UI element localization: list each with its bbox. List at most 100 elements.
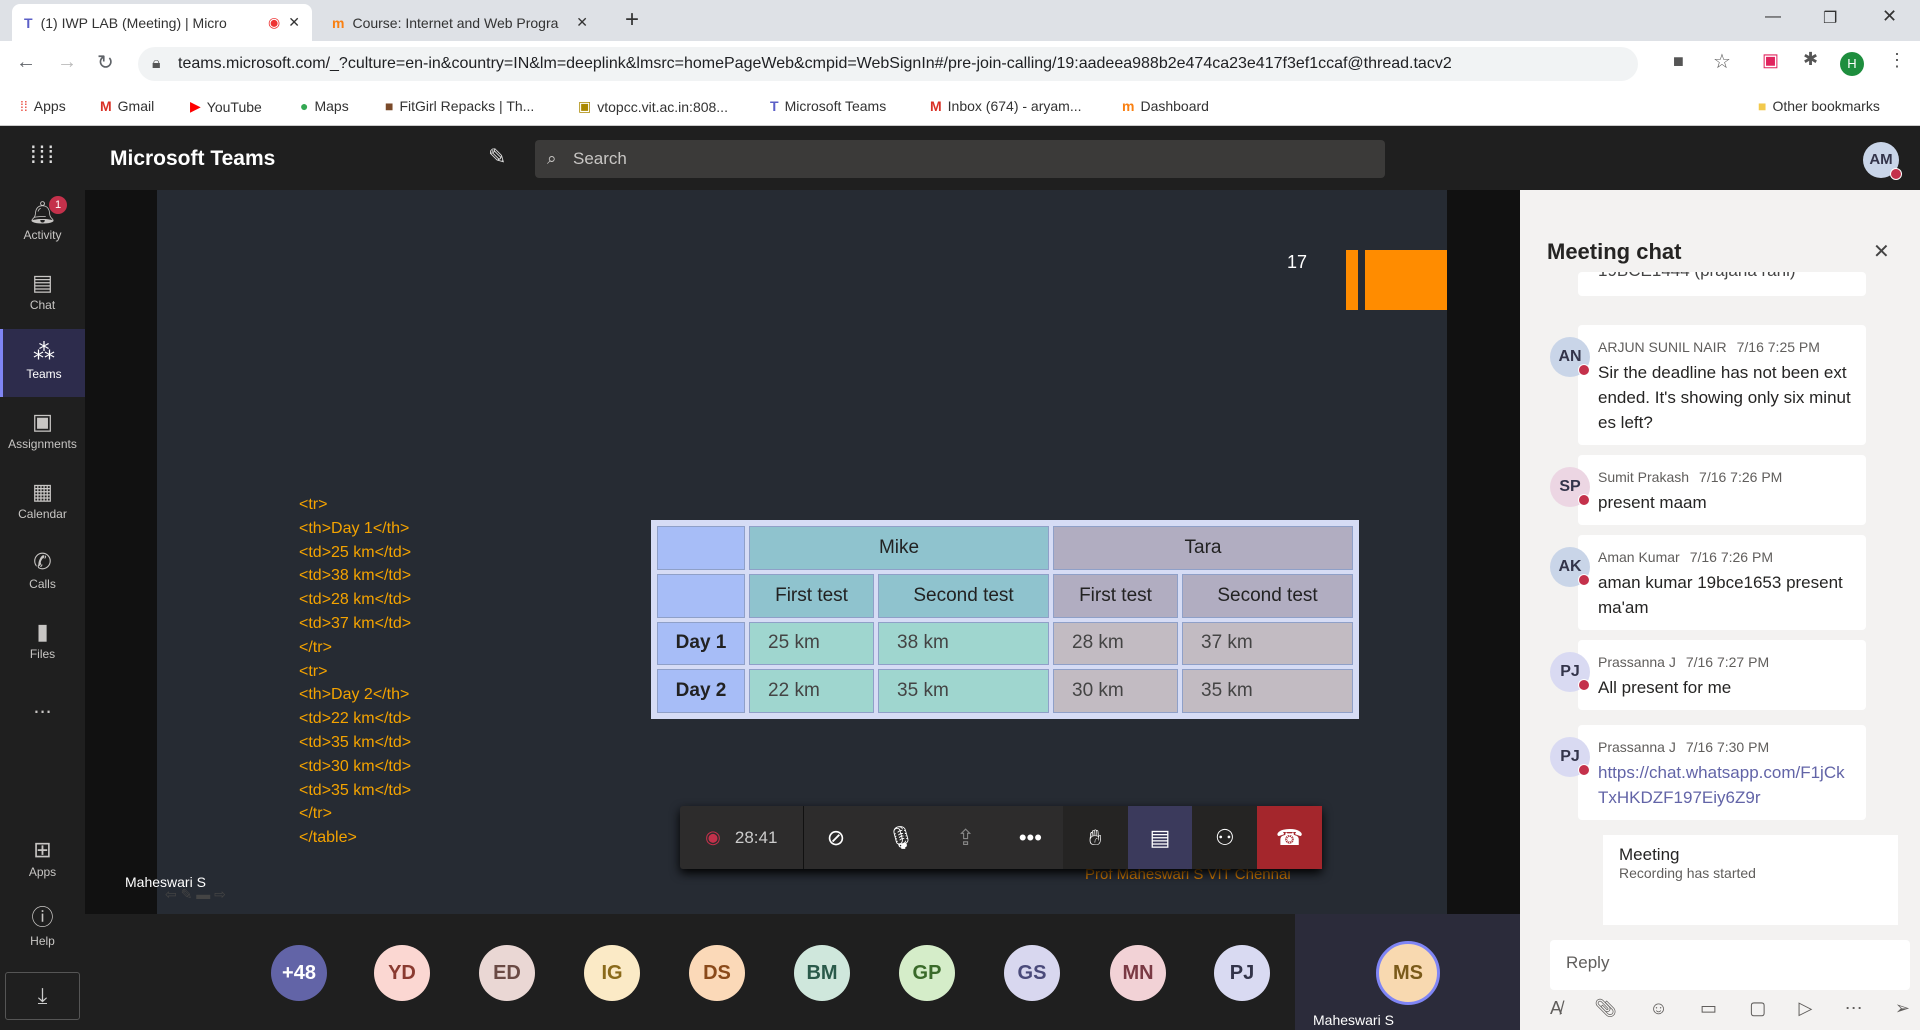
code-line: <th>Day 2</th>: [299, 686, 410, 704]
profile-avatar[interactable]: H: [1840, 52, 1864, 76]
other-bookmarks[interactable]: ■ Other bookmarks: [1758, 98, 1880, 114]
participant-avatar[interactable]: YD: [374, 945, 430, 1001]
rail-teams[interactable]: ⁂ Teams: [0, 329, 85, 397]
back-button[interactable]: ←: [16, 51, 36, 74]
rail-files[interactable]: ▮ Files: [0, 609, 85, 677]
overflow-participants[interactable]: +48: [271, 945, 327, 1001]
bookmark-vtop[interactable]: ▣ vtopcc.vit.ac.in:808...: [578, 98, 728, 115]
share-icon: ⇪: [956, 824, 975, 850]
app-launcher-icon[interactable]: ⁞⁞⁞: [30, 142, 56, 170]
sticker-icon[interactable]: ▢: [1749, 998, 1766, 1019]
pocket-extension-icon[interactable]: ▣: [1762, 50, 1779, 71]
close-chat-button[interactable]: ✕: [1873, 239, 1890, 264]
bookmark-apps[interactable]: ⁞⁞ Apps: [20, 98, 66, 114]
raise-hand-button[interactable]: ✋︎: [1062, 806, 1128, 869]
camera-icon[interactable]: ■: [1673, 51, 1684, 72]
rail-chat[interactable]: ▤ Chat: [0, 260, 85, 328]
new-tab-button[interactable]: +: [625, 6, 639, 34]
header-mike: Mike: [749, 526, 1049, 570]
bookmark-star-icon[interactable]: ☆: [1713, 49, 1731, 74]
close-window-button[interactable]: ✕: [1882, 6, 1897, 27]
more-actions-button[interactable]: •••: [998, 806, 1063, 869]
chat-icon: ▤: [32, 270, 53, 295]
slide-nav-controls[interactable]: ⇦ ✎ ▬ ⇨: [165, 886, 226, 903]
participant-avatar[interactable]: DS: [689, 945, 745, 1001]
bookmarks-bar: ⁞⁞ Apps M Gmail ▶ YouTube ● Maps ■ FitGirl Re…: [0, 88, 1920, 126]
restore-button[interactable]: ❐: [1823, 8, 1837, 28]
participant-avatar[interactable]: MN: [1110, 945, 1166, 1001]
bookmark-maps[interactable]: ● Maps: [300, 98, 349, 114]
hang-up-icon: ☎︎: [1275, 824, 1304, 850]
reply-input[interactable]: Reply: [1550, 940, 1910, 990]
bookmark-gmail[interactable]: M Gmail: [100, 98, 154, 114]
bookmark-inbox[interactable]: M Inbox (674) - aryam...: [930, 98, 1082, 114]
meet-icon[interactable]: ▷: [1799, 998, 1813, 1019]
participant-avatar[interactable]: GS: [1004, 945, 1060, 1001]
rail-assignments[interactable]: ▣ Assignments: [0, 399, 85, 467]
message-text[interactable]: https://chat.whatsapp.com/F1jCkTxHKDZF19…: [1598, 760, 1854, 810]
reload-button[interactable]: ↻: [97, 50, 114, 75]
table-row: Day 2 22 km 35 km 30 km 35 km: [657, 669, 1353, 713]
apps-grid-icon: ⁞⁞: [20, 98, 28, 114]
sender-name: ARJUN SUNIL NAIR: [1598, 339, 1727, 355]
rail-more[interactable]: ...: [0, 683, 85, 751]
timestamp: 7/16 7:27 PM: [1685, 654, 1770, 670]
moodle-icon: m: [1122, 98, 1135, 114]
rail-help[interactable]: ⓘ Help: [0, 890, 85, 958]
bookmark-dashboard[interactable]: m Dashboard: [1122, 98, 1209, 114]
sender-name: Sumit Prakash: [1598, 469, 1690, 485]
code-line: <td>38 km</td>: [299, 567, 412, 585]
share-button[interactable]: ⇪: [933, 806, 998, 869]
participant-avatar[interactable]: GP: [899, 945, 955, 1001]
status-busy-icon: [1890, 168, 1902, 180]
chat-toggle-button[interactable]: ▤: [1127, 806, 1193, 869]
app-title: Microsoft Teams: [110, 147, 276, 170]
compose-toolbar: A̸ 📎︎ ☺ ▭ ▢ ▷ ⋯ ➢: [1550, 998, 1910, 1019]
bookmark-youtube[interactable]: ▶ YouTube: [190, 98, 262, 115]
new-chat-icon[interactable]: ✎: [488, 144, 506, 170]
mic-toggle-button[interactable]: 🎙︎: [868, 806, 933, 869]
help-icon: ⓘ: [31, 905, 54, 930]
attach-icon[interactable]: 📎︎: [1594, 998, 1617, 1019]
recording-event: Meeting Recording has started: [1603, 835, 1898, 925]
download-app-button[interactable]: ⤓: [5, 972, 80, 1020]
bookmark-fitgirl[interactable]: ■ FitGirl Repacks | Th...: [385, 98, 534, 114]
bell-icon: 🔔︎: [28, 200, 57, 225]
minimize-button[interactable]: —: [1765, 8, 1781, 26]
send-icon[interactable]: ➢: [1895, 998, 1910, 1019]
code-line: <td>28 km</td>: [299, 591, 412, 609]
search-input[interactable]: ⌕ Search: [535, 140, 1385, 178]
participant-avatar[interactable]: BM: [794, 945, 850, 1001]
gif-icon[interactable]: ▭: [1700, 998, 1717, 1019]
format-icon[interactable]: A̸: [1550, 998, 1562, 1019]
camera-toggle-button[interactable]: ⊘: [804, 806, 869, 869]
rail-calendar[interactable]: ▦ Calendar: [0, 469, 85, 537]
chat-message: Sumit Prakash 7/16 7:26 PM present maam: [1578, 455, 1866, 525]
rail-calls[interactable]: ✆ Calls: [0, 539, 85, 607]
message-text: present maam: [1598, 493, 1707, 512]
menu-icon[interactable]: ⋮: [1888, 50, 1906, 71]
more-icon: •••: [1018, 824, 1042, 850]
meeting-chat-panel: Meeting chat ✕ 19BCE1444 (prajana rani) …: [1520, 190, 1920, 1030]
close-tab-icon[interactable]: ✕: [576, 14, 588, 31]
more-options-icon[interactable]: ⋯: [1845, 998, 1863, 1019]
code-line: <td>25 km</td>: [299, 543, 412, 561]
tab-teams[interactable]: T (1) IWP LAB (Meeting) | Micro ◉ ✕: [12, 4, 312, 41]
hang-up-button[interactable]: ☎︎: [1257, 806, 1322, 869]
bookmark-teams[interactable]: T Microsoft Teams: [770, 98, 886, 114]
participant-avatar[interactable]: ED: [479, 945, 535, 1001]
close-tab-icon[interactable]: ✕: [288, 14, 300, 31]
participants-button[interactable]: ⚇: [1192, 806, 1258, 869]
tab-course[interactable]: m Course: Internet and Web Progra ✕: [320, 4, 600, 41]
participant-avatar[interactable]: PJ: [1214, 945, 1270, 1001]
status-busy-icon: [1578, 574, 1590, 586]
participant-avatar[interactable]: IG: [584, 945, 640, 1001]
url-input[interactable]: 🔒︎ teams.microsoft.com/_?culture=en-in&co…: [138, 47, 1638, 81]
emoji-icon[interactable]: ☺: [1649, 998, 1667, 1019]
forward-button[interactable]: →: [57, 51, 77, 74]
teams-icon: T: [770, 98, 779, 114]
rail-activity[interactable]: 🔔︎ Activity 1: [0, 190, 85, 258]
assignments-icon: ▣: [32, 409, 53, 434]
rail-apps[interactable]: ⊞ Apps: [0, 827, 85, 895]
extensions-icon[interactable]: ✱: [1803, 49, 1818, 70]
